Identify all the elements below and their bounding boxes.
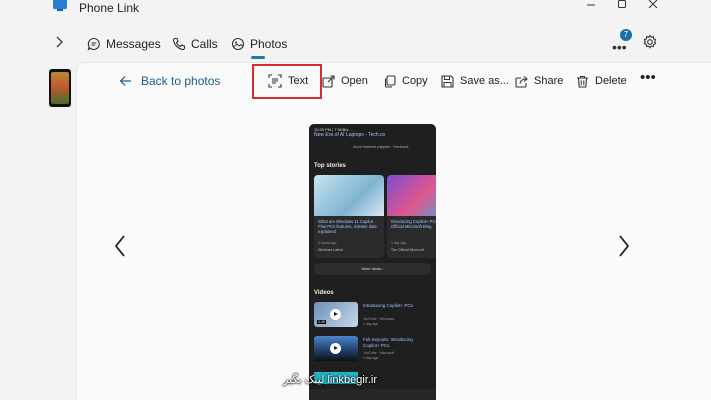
arrow-left-icon [119, 76, 131, 86]
app-title: Phone Link [79, 1, 140, 15]
photos-icon [231, 37, 245, 51]
photo-video-title: Introducing Copilot+ PCs [363, 303, 413, 308]
close-icon [648, 0, 658, 9]
share-icon [515, 75, 528, 88]
more-options-button[interactable]: ••• [612, 39, 627, 55]
tab-calls[interactable]: Calls [172, 34, 218, 54]
trash-icon [577, 75, 588, 88]
photo-story-source: The Official Microsoft [391, 248, 424, 252]
phone-icon [172, 37, 186, 51]
messages-icon [87, 37, 100, 51]
save-as-button[interactable]: Save as... [441, 72, 509, 90]
active-tab-indicator [251, 56, 265, 59]
phone-link-logo-icon [53, 0, 67, 11]
close-button[interactable] [645, 0, 661, 14]
photo-story-source: Windows Latest [318, 248, 343, 252]
chevron-right-icon[interactable] [52, 34, 66, 50]
more-actions-button[interactable]: ••• [640, 70, 656, 85]
photo-header-meta: About featured snippets · Feedback [353, 145, 409, 149]
delete-button-label: Delete [595, 75, 627, 87]
open-button-label: Open [341, 75, 368, 87]
photo-videos-label: Videos [314, 290, 334, 296]
back-to-photos-button[interactable]: Back to photos [119, 72, 220, 90]
text-scan-icon [268, 74, 282, 88]
photo-story-time: 1 day ago [391, 241, 407, 245]
previous-photo-icon[interactable] [113, 234, 127, 258]
photo-story-card: Introducing Copilot+ PCs - The Official … [387, 175, 436, 258]
device-thumbnail[interactable] [49, 69, 71, 107]
title-bar: Phone Link [0, 0, 711, 20]
photo-more-news: More news › [314, 263, 431, 275]
open-with-icon [322, 74, 335, 88]
back-to-photos-label: Back to photos [141, 74, 221, 88]
photo-video-meta: YouTube · Microsoft [363, 351, 395, 355]
device-panel [0, 62, 76, 400]
copy-button-label: Copy [402, 75, 428, 87]
photo-image: 10:39 PM | 7.0KB/s ... New Era of AI Lap… [309, 124, 436, 400]
photo-video-thumb [314, 336, 358, 361]
photo-video-age: 1 day ago [363, 356, 379, 360]
save-as-button-label: Save as... [460, 75, 509, 87]
maximize-icon [618, 0, 626, 8]
photo-story-title: Introducing Copilot+ PCs - The Official … [391, 219, 436, 229]
copy-icon [384, 74, 396, 88]
share-button-label: Share [534, 75, 564, 87]
tab-calls-label: Calls [191, 37, 218, 51]
copy-button[interactable]: Copy [383, 72, 428, 90]
tab-photos-label: Photos [250, 37, 288, 51]
photo-video-thumb: 0:36 [314, 302, 358, 327]
save-icon [441, 74, 454, 88]
tab-photos[interactable]: Photos [231, 34, 287, 54]
delete-button[interactable]: Delete [576, 72, 627, 90]
photo-header-link: New Era of AI Laptops - Tech.co [314, 132, 386, 138]
tab-messages-label: Messages [106, 37, 161, 51]
nav-bar: Messages Calls Photos ••• 7 [0, 24, 711, 62]
watermark-text: لینک بگیر linkbegir.ir [283, 374, 377, 386]
tab-messages[interactable]: Messages [87, 34, 161, 54]
maximize-button[interactable] [614, 0, 630, 14]
share-button[interactable]: Share [515, 72, 563, 90]
photo-story-time: 2 hours ago [318, 241, 337, 245]
photo-video-age: 1 day ago [363, 322, 379, 326]
photo-story-title: What are Windows 11 Copilot Plus PCs fea… [318, 219, 377, 234]
open-button[interactable]: Open [322, 72, 368, 90]
photo-video-meta: YouTube · Windows [363, 317, 395, 321]
photo-top-stories: Top stories [314, 163, 346, 169]
gear-icon[interactable] [642, 34, 658, 50]
minimize-button[interactable] [583, 0, 599, 14]
photo-video-title: Full Keynote: Introducing Copilot+ PCs [363, 337, 413, 348]
text-button-label: Text [288, 75, 309, 87]
photo-nav-bar [309, 389, 436, 400]
next-photo-icon[interactable] [617, 234, 631, 258]
minimize-icon [587, 4, 595, 6]
text-button[interactable]: Text [268, 72, 308, 90]
notification-badge[interactable]: 7 [620, 29, 632, 41]
photo-story-card: What are Windows 11 Copilot Plus PCs fea… [314, 175, 384, 258]
